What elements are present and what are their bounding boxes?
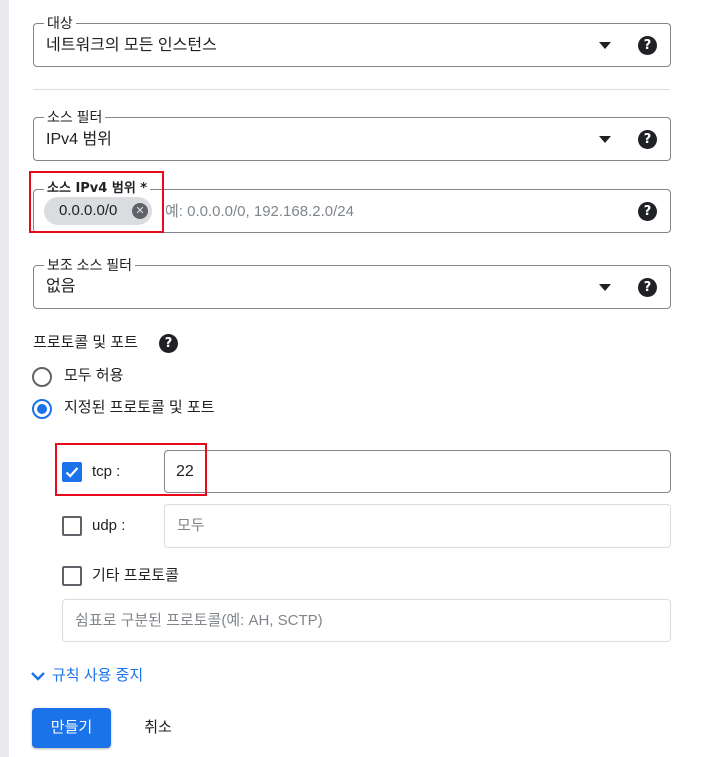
radio-specified-protocols-label: 지정된 프로토콜 및 포트 bbox=[64, 399, 215, 416]
target-value: 네트워크의 모든 인스턴스 bbox=[46, 37, 217, 54]
other-protocols-input[interactable]: 쉼표로 구분된 프로토콜(예: AH, SCTP) bbox=[62, 599, 671, 642]
chip-remove-icon[interactable]: ✕ bbox=[132, 203, 148, 219]
udp-checkbox[interactable] bbox=[62, 516, 82, 536]
help-icon[interactable]: ? bbox=[638, 278, 657, 297]
disable-rule-text: 규칙 사용 중지 bbox=[52, 667, 144, 684]
source-filter-select[interactable]: 소스 필터 IPv4 범위 ? bbox=[33, 108, 671, 161]
udp-ports-input[interactable]: 모두 bbox=[164, 504, 671, 548]
protocols-title: 프로토콜 및 포트 bbox=[33, 333, 138, 353]
target-select[interactable]: 대상 네트워크의 모든 인스턴스 ? bbox=[33, 14, 671, 67]
secondary-filter-value: 없음 bbox=[46, 278, 76, 295]
secondary-filter-select[interactable]: 보조 소스 필터 없음 ? bbox=[33, 256, 671, 309]
chevron-down-icon bbox=[31, 672, 45, 681]
radio-specified-protocols[interactable] bbox=[32, 399, 52, 419]
dropdown-arrow-icon[interactable] bbox=[599, 136, 611, 143]
help-icon[interactable]: ? bbox=[159, 334, 178, 353]
checkmark-icon bbox=[65, 467, 79, 478]
cancel-button[interactable]: 취소 bbox=[128, 708, 188, 748]
tcp-ports-value: 22 bbox=[176, 463, 194, 480]
dropdown-arrow-icon[interactable] bbox=[599, 42, 611, 49]
create-button[interactable]: 만들기 bbox=[32, 708, 111, 748]
source-ipv4-legend: 소스 IPv4 범위 * bbox=[44, 180, 151, 198]
help-icon[interactable]: ? bbox=[638, 202, 657, 221]
tcp-checkbox[interactable] bbox=[62, 462, 82, 482]
ip-range-chip[interactable]: 0.0.0.0/0 ✕ bbox=[44, 197, 152, 225]
tcp-ports-input[interactable]: 22 bbox=[164, 450, 671, 493]
radio-allow-all-label: 모두 허용 bbox=[64, 367, 124, 384]
source-filter-value: IPv4 범위 bbox=[46, 131, 112, 148]
panel-left-border bbox=[0, 0, 9, 757]
source-ipv4-placeholder: 예: 0.0.0.0/0, 192.168.2.0/24 bbox=[165, 203, 354, 220]
source-filter-legend: 소스 필터 bbox=[44, 108, 106, 126]
help-icon[interactable]: ? bbox=[638, 36, 657, 55]
help-icon[interactable]: ? bbox=[638, 130, 657, 149]
chip-label: 0.0.0.0/0 bbox=[59, 202, 118, 219]
udp-label: udp : bbox=[92, 517, 126, 534]
radio-allow-all[interactable] bbox=[32, 367, 52, 387]
secondary-filter-legend: 보조 소스 필터 bbox=[44, 256, 136, 274]
other-protocols-checkbox[interactable] bbox=[62, 566, 82, 586]
udp-ports-placeholder: 모두 bbox=[177, 517, 205, 534]
disable-rule-link[interactable]: 규칙 사용 중지 bbox=[30, 666, 143, 686]
dropdown-arrow-icon[interactable] bbox=[599, 284, 611, 291]
target-legend: 대상 bbox=[44, 14, 76, 32]
other-protocols-label: 기타 프로토콜 bbox=[92, 567, 179, 584]
tcp-label: tcp : bbox=[92, 463, 121, 480]
divider bbox=[33, 89, 670, 90]
other-protocols-placeholder: 쉼표로 구분된 프로토콜(예: AH, SCTP) bbox=[75, 612, 323, 629]
protocols-title-text: 프로토콜 및 포트 bbox=[33, 334, 138, 351]
